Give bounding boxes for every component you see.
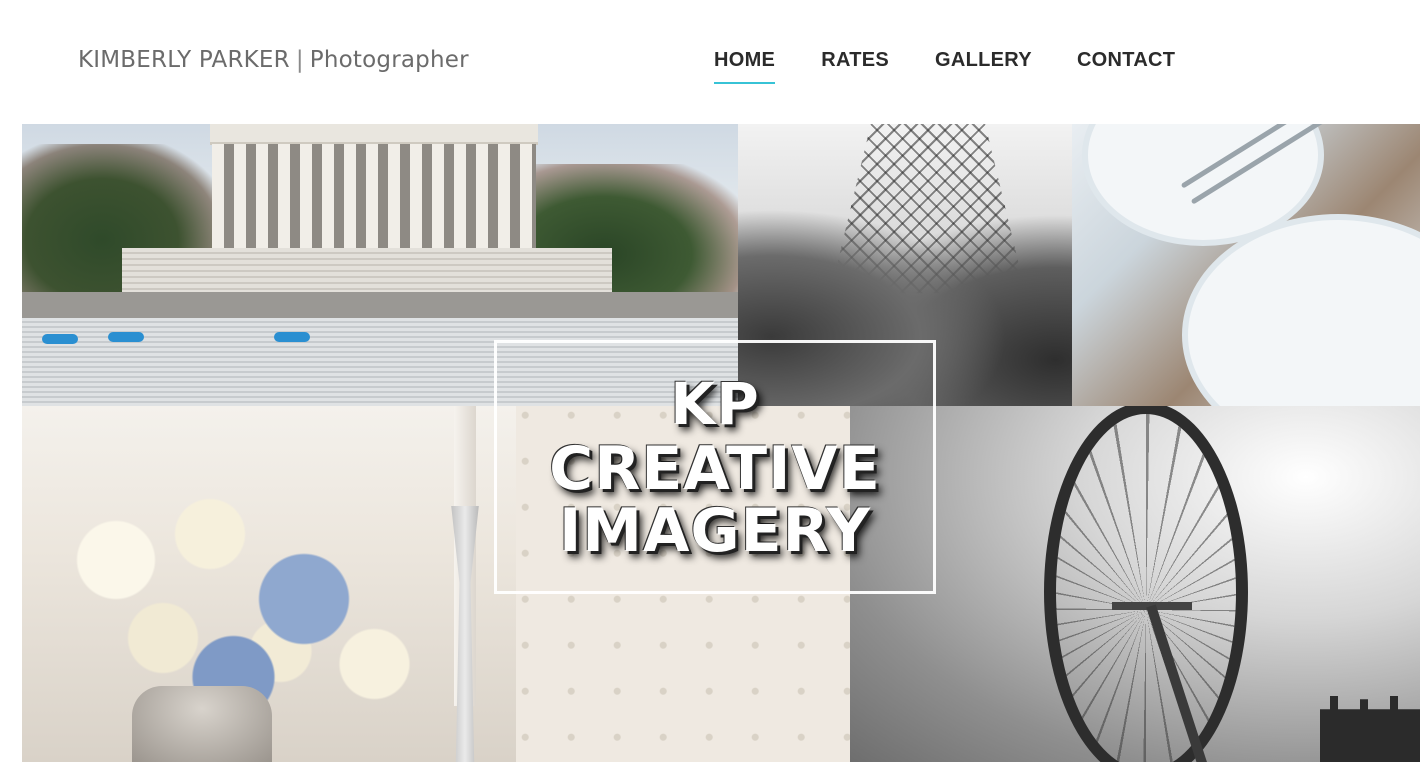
- logo-text-imagery: IMAGERY: [558, 496, 872, 566]
- paddle-boat: [42, 334, 78, 344]
- logo-frame: KP CREATIVE IMAGERY: [494, 340, 936, 594]
- brand-name: KIMBERLY PARKER: [78, 47, 290, 73]
- nav-gallery[interactable]: GALLERY: [935, 49, 1032, 80]
- logo-text-kp: KP: [670, 370, 760, 438]
- nav-rates[interactable]: RATES: [821, 49, 889, 80]
- brand-tagline: Photographer: [309, 47, 469, 73]
- site-header: KIMBERLY PARKER | Photographer HOME RATES …: [0, 0, 1420, 124]
- table-setting-photo: [1072, 124, 1420, 406]
- memorial-roof: [210, 124, 538, 145]
- building-silhouette: [1320, 696, 1420, 762]
- paddle-boat: [108, 332, 144, 342]
- nav-contact[interactable]: CONTACT: [1077, 49, 1175, 80]
- paddle-boat: [274, 332, 310, 342]
- brand-separator: |: [295, 47, 304, 73]
- vase: [132, 686, 272, 762]
- seawall: [22, 292, 738, 318]
- logo-text-creative: CREATIVE: [549, 434, 881, 504]
- site-brand[interactable]: KIMBERLY PARKER | Photographer: [78, 47, 469, 73]
- ferris-wheel: [1044, 406, 1248, 762]
- nav-home[interactable]: HOME: [714, 49, 776, 84]
- memorial-columns: [212, 144, 536, 248]
- memorial-steps: [122, 248, 612, 296]
- main-nav: HOME RATES GALLERY CONTACT: [714, 49, 1175, 84]
- flower-bouquet: [22, 456, 492, 716]
